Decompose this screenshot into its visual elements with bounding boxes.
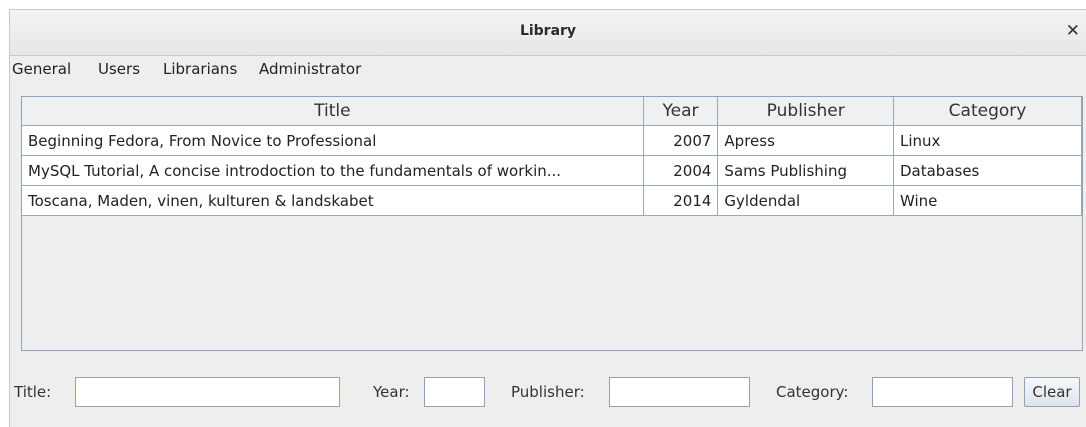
cell-year[interactable]: 2004 <box>643 155 719 186</box>
column-header-category[interactable]: Category <box>893 97 1083 126</box>
cell-publisher[interactable]: Apress <box>717 125 894 156</box>
menu-users[interactable]: Users <box>98 60 140 78</box>
window-title: Library <box>519 23 577 39</box>
menu-librarians[interactable]: Librarians <box>163 60 237 78</box>
table-row[interactable]: Beginning Fedora, From Novice to Profess… <box>22 125 1083 156</box>
cell-category[interactable]: Wine <box>893 185 1083 216</box>
title-filter-label: Title: <box>14 383 52 401</box>
books-table[interactable]: Title Year Publisher Category Beginning … <box>21 96 1083 351</box>
cell-category[interactable]: Databases <box>893 155 1083 186</box>
clear-button[interactable]: Clear <box>1024 377 1080 407</box>
table-header-row: Title Year Publisher Category <box>22 97 1083 126</box>
cell-title[interactable]: Toscana, Maden, vinen, kulturen & landsk… <box>22 185 644 216</box>
title-bar[interactable]: Library ✕ <box>10 10 1086 56</box>
cell-publisher[interactable]: Sams Publishing <box>717 155 894 186</box>
menu-administrator[interactable]: Administrator <box>259 60 361 78</box>
table-row[interactable]: MySQL Tutorial, A concise introdoction t… <box>22 155 1083 186</box>
category-filter-label: Category: <box>776 383 849 401</box>
filter-form: Title: Year: Publisher: Category: Clear <box>10 376 1086 408</box>
year-filter-label: Year: <box>373 383 410 401</box>
close-icon[interactable]: ✕ <box>1066 21 1080 41</box>
library-window: Library ✕ General Users Librarians Admin… <box>9 9 1086 427</box>
column-header-publisher[interactable]: Publisher <box>717 97 894 126</box>
table-row[interactable]: Toscana, Maden, vinen, kulturen & landsk… <box>22 185 1083 216</box>
menu-general[interactable]: General <box>12 60 71 78</box>
publisher-filter-input[interactable] <box>609 377 750 407</box>
column-header-year[interactable]: Year <box>643 97 719 126</box>
cell-category[interactable]: Linux <box>893 125 1083 156</box>
publisher-filter-label: Publisher: <box>511 383 585 401</box>
year-filter-input[interactable] <box>424 377 485 407</box>
title-filter-input[interactable] <box>75 377 340 407</box>
menu-bar: General Users Librarians Administrator <box>10 56 1086 80</box>
cell-publisher[interactable]: Gyldendal <box>717 185 894 216</box>
cell-year[interactable]: 2014 <box>643 185 719 216</box>
category-filter-input[interactable] <box>872 377 1013 407</box>
column-header-title[interactable]: Title <box>22 97 644 126</box>
cell-title[interactable]: MySQL Tutorial, A concise introdoction t… <box>22 155 644 186</box>
cell-title[interactable]: Beginning Fedora, From Novice to Profess… <box>22 125 644 156</box>
cell-year[interactable]: 2007 <box>643 125 719 156</box>
